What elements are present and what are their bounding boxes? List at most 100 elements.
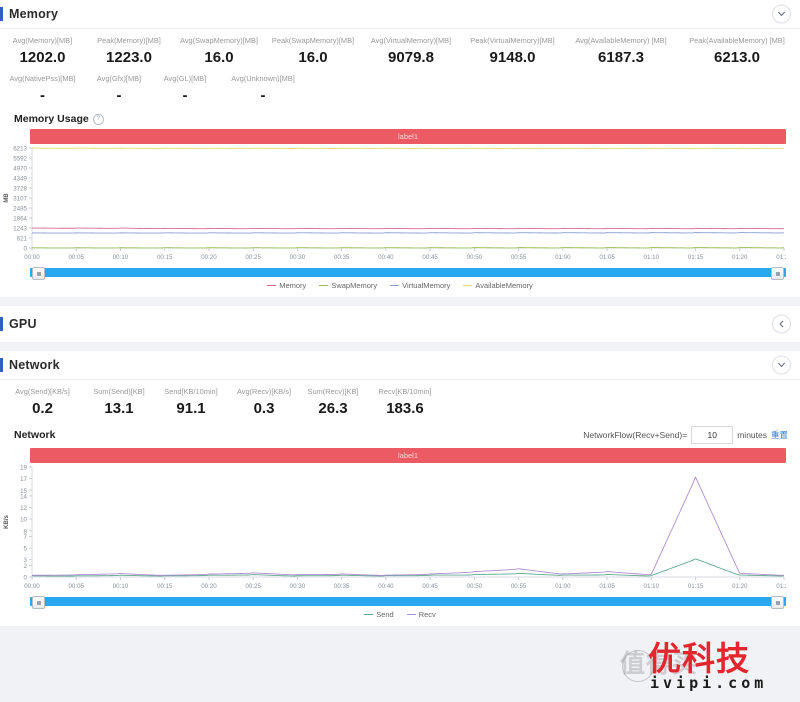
chevron-down-icon	[778, 362, 785, 368]
scrollbar-right-handle[interactable]	[771, 267, 784, 280]
legend-item-availablememory[interactable]: AvailableMemory	[463, 281, 533, 290]
svg-text:MB: MB	[4, 193, 10, 203]
metric-value: 9148.0	[489, 49, 536, 66]
scrollbar-right-handle[interactable]	[771, 596, 784, 609]
help-icon[interactable]: ?	[92, 113, 104, 125]
metric-peak-swapmemory: Peak(SwapMemory)[MB] 16.0	[265, 35, 361, 69]
metric-value: 1223.0	[106, 49, 152, 66]
svg-text:00:10: 00:10	[113, 254, 129, 261]
network-section-header: Network	[0, 351, 800, 380]
metric-avg-gfx: Avg(Gfx)[MB] -	[85, 73, 153, 107]
svg-text:00:05: 00:05	[68, 254, 84, 261]
svg-text:15: 15	[20, 488, 27, 495]
svg-text:10: 10	[20, 517, 27, 524]
watermark-brand: 优科技	[648, 639, 750, 678]
memory-chart-svg[interactable]: 0 621 1243 1864 2485 3107 3728 4349 4970 5592 6213…	[0, 144, 786, 266]
svg-text:8: 8	[24, 528, 28, 535]
svg-text:01:20: 01:20	[732, 254, 748, 261]
svg-text:5592: 5592	[13, 156, 27, 163]
metric-avg-unknown: Avg(Unknown)[MB] -	[217, 73, 309, 107]
metric-avg-recv: Avg(Recv)[KB/s] 0.3	[229, 386, 299, 420]
accent-bar	[0, 358, 3, 372]
legend-item-send[interactable]: Send	[364, 610, 394, 619]
metric-label: Avg(GL)[MB]	[163, 74, 207, 83]
svg-text:KB/s: KB/s	[4, 515, 10, 529]
svg-text:00:45: 00:45	[422, 254, 438, 261]
network-chart-scrollbar[interactable]	[30, 596, 786, 609]
legend-item-swapmemory[interactable]: SwapMemory	[319, 281, 377, 290]
svg-text:01:20: 01:20	[732, 583, 748, 590]
legend-item-virtualmemory[interactable]: VirtualMemory	[390, 281, 450, 290]
legend-label: VirtualMemory	[402, 281, 451, 290]
metric-label: Avg(Memory)[MB]	[12, 36, 73, 45]
svg-text:01:25: 01:25	[776, 583, 786, 590]
metric-value: 1202.0	[19, 49, 66, 66]
memory-metrics-row-2: Avg(NativePss)[MB] - Avg(Gfx)[MB] - Avg(…	[0, 73, 800, 111]
legend-item-recv[interactable]: Recv	[406, 610, 436, 619]
network-chart-header: Network NetworkFlow(Recv+Send)= minutes …	[0, 424, 800, 448]
metric-value: -	[40, 87, 45, 104]
metric-avg-nativepss: Avg(NativePss)[MB] -	[0, 73, 85, 107]
metric-value: 91.1	[176, 400, 206, 417]
network-chart-title: Network	[14, 429, 56, 441]
metric-label: Avg(VirtualMemory)[MB]	[370, 36, 452, 45]
network-chart-svg[interactable]: 023578101214151719KB/s00:00 00:05 00:10 00:…	[0, 463, 786, 595]
legend-swatch	[319, 284, 329, 287]
metric-label: Sum(Send)[KB]	[93, 387, 145, 396]
memory-chart-header: Memory Usage ?	[0, 111, 800, 129]
metric-value: 6187.3	[598, 49, 644, 66]
svg-text:01:10: 01:10	[644, 583, 660, 590]
svg-text:00:40: 00:40	[378, 254, 394, 261]
legend-label: AvailableMemory	[475, 281, 533, 290]
network-flow-reset-link[interactable]: 重置	[771, 429, 788, 441]
svg-text:5: 5	[24, 546, 28, 553]
watermark-domain: ivipi.com	[650, 674, 768, 692]
metric-value: 26.3	[318, 400, 348, 417]
memory-metrics-row-1: Avg(Memory)[MB] 1202.0 Peak(Memory)[MB] …	[0, 29, 800, 73]
svg-text:01:15: 01:15	[688, 583, 704, 590]
metric-peak-memory: Peak(Memory)[MB] 1223.0	[85, 35, 173, 69]
memory-collapse-toggle[interactable]	[772, 4, 791, 24]
legend-swatch	[390, 284, 400, 287]
metric-label: Peak(SwapMemory)[MB]	[271, 36, 355, 45]
watermark-ghost-text: 值得买	[620, 649, 699, 678]
metric-peak-virtualmemory: Peak(VirtualMemory)[MB] 9148.0	[461, 35, 564, 69]
svg-text:00:45: 00:45	[422, 583, 438, 590]
svg-text:00:20: 00:20	[201, 254, 217, 261]
metric-label: Sum(Recv)[KB]	[307, 387, 359, 396]
legend-label: SwapMemory	[331, 281, 378, 290]
panel-gap-2	[0, 342, 800, 351]
svg-text:00:55: 00:55	[511, 583, 527, 590]
metric-value: 183.6	[386, 400, 424, 417]
svg-text:621: 621	[17, 236, 28, 243]
svg-text:19: 19	[20, 465, 27, 472]
network-plot: 0 2 3 5 7 8 10 12 14 15 17 19 KB/s 00:00 00:05 00:10 00:…	[0, 463, 786, 595]
metric-avg-memory: Avg(Memory)[MB] 1202.0	[0, 35, 85, 69]
network-flow-input[interactable]	[691, 426, 734, 444]
chevron-down-icon	[778, 11, 785, 17]
legend-label: Recv	[418, 610, 436, 619]
site-watermark: 值得买 优科技 ivipi.com	[620, 622, 794, 698]
metric-send-10min: Send[KB/10min] 91.1	[153, 386, 229, 420]
chevron-left-icon	[779, 320, 784, 328]
metric-label: Avg(SwapMemory)[MB]	[180, 36, 258, 45]
gpu-collapse-toggle[interactable]	[772, 314, 791, 334]
svg-text:3: 3	[24, 557, 28, 564]
legend-item-memory[interactable]: Memory	[267, 281, 306, 290]
network-collapse-toggle[interactable]	[772, 355, 791, 375]
legend-swatch	[406, 613, 416, 616]
network-flow-control: NetworkFlow(Recv+Send)= minutes 重置	[583, 426, 788, 444]
svg-text:00:55: 00:55	[511, 254, 527, 261]
metric-value: -	[116, 87, 122, 104]
metric-label: Peak(Memory)[MB]	[97, 36, 161, 45]
scrollbar-left-handle[interactable]	[32, 267, 45, 280]
svg-text:00:30: 00:30	[290, 254, 306, 261]
svg-text:00:35: 00:35	[334, 583, 350, 590]
svg-text:4970: 4970	[13, 166, 27, 173]
scrollbar-left-handle[interactable]	[32, 596, 45, 609]
legend-label: Send	[376, 610, 394, 619]
memory-chart-scrollbar[interactable]	[30, 267, 786, 280]
svg-text:12: 12	[20, 505, 27, 512]
memory-plot: 0 621 1243 1864 2485 3107 3728 4349 4970 5592 6213…	[0, 144, 786, 266]
metric-label: Avg(Recv)[KB/s]	[236, 387, 292, 396]
